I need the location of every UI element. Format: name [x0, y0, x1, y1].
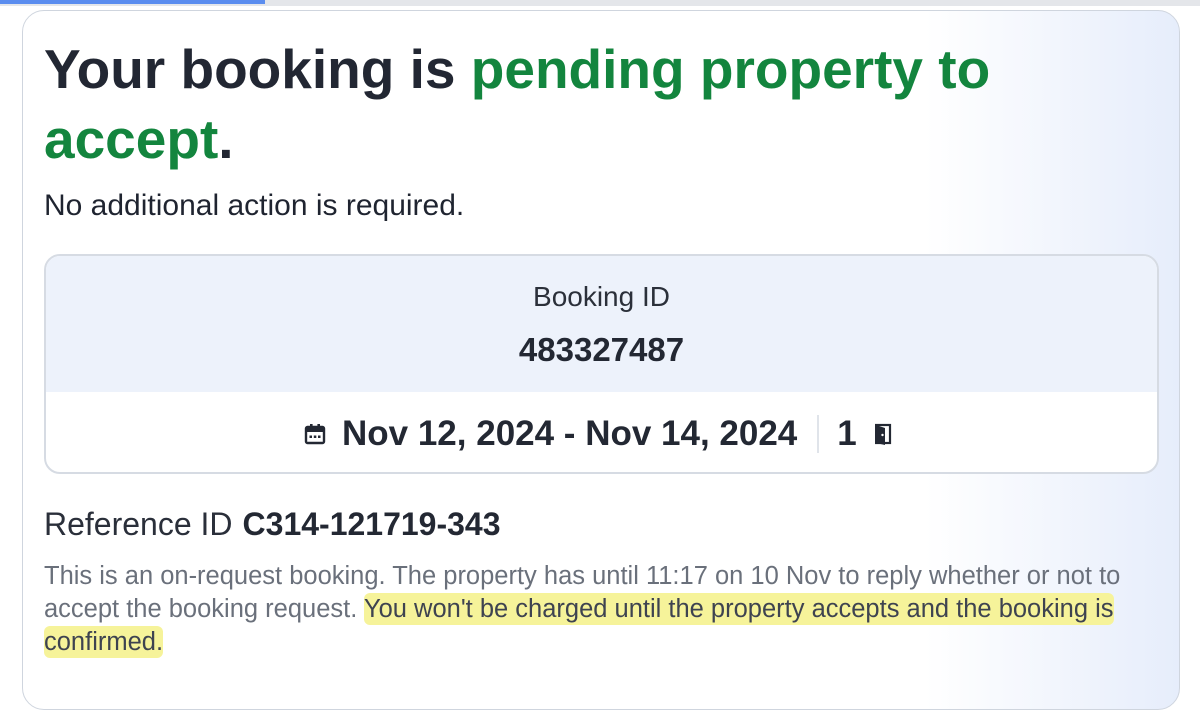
status-subtitle: No additional action is required. [44, 189, 465, 222]
booking-id-value[interactable]: 483327487 [46, 330, 1157, 370]
door-icon [874, 423, 891, 445]
stay-details-row: Nov 12, 2024 - Nov 14, 2024 1 [304, 412, 893, 456]
reference-id-row: Reference ID C314-121719-343 [44, 504, 501, 544]
page-title: Your booking is pending property to acce… [44, 34, 1084, 174]
booking-id-label: Booking ID [533, 281, 670, 312]
booking-info-box: Booking ID 483327487 Nov 12, 2024 - Nov … [44, 254, 1159, 474]
details-divider [817, 415, 820, 453]
on-request-notice: This is an on-request booking. The prope… [44, 560, 1164, 659]
stay-dates: Nov 12, 2024 - Nov 14, 2024 [342, 414, 798, 453]
stay-details-section: Nov 12, 2024 - Nov 14, 2024 1 [46, 392, 1157, 472]
title-suffix: . [218, 108, 234, 170]
calendar-icon [304, 424, 326, 445]
reference-id-value[interactable]: C314-121719-343 [243, 506, 501, 542]
active-tab-indicator [0, 0, 265, 4]
reference-id-label: Reference ID [44, 506, 233, 542]
title-prefix: Your booking is [44, 38, 471, 100]
browser-top-bar [0, 0, 1200, 6]
booking-id-section: Booking ID 483327487 [46, 256, 1157, 392]
room-count: 1 [837, 414, 857, 453]
